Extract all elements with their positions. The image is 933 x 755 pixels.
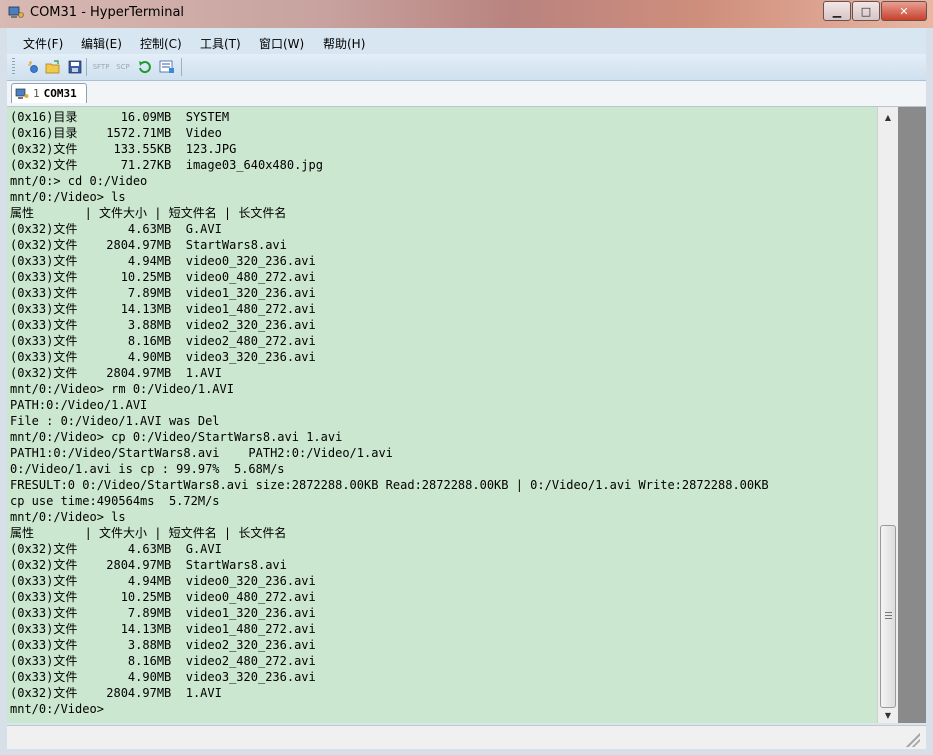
- terminal-line: FRESULT:0 0:/Video/StartWars8.avi size:2…: [10, 478, 769, 492]
- terminal-line: (0x33)文件 10.25MB video0_480_272.avi: [10, 270, 316, 284]
- toolbar-separator: [181, 58, 182, 76]
- terminal-line: mnt/0:/Video> ls: [10, 190, 126, 204]
- save-icon[interactable]: [67, 59, 83, 75]
- menu-file[interactable]: 文件(F): [23, 35, 63, 52]
- terminal-line: (0x33)文件 14.13MB video1_480_272.avi: [10, 302, 316, 316]
- terminal-line: (0x32)文件 2804.97MB StartWars8.avi: [10, 238, 287, 252]
- menu-bar: 文件(F) 编辑(E) 控制(C) 工具(T) 窗口(W) 帮助(H): [7, 28, 926, 54]
- terminal-output[interactable]: (0x16)目录 16.09MB SYSTEM (0x16)目录 1572.71M…: [7, 107, 877, 723]
- terminal-line: cp use time:490564ms 5.72M/s: [10, 494, 220, 508]
- terminal-line: (0x33)文件 4.90MB video3_320_236.avi: [10, 670, 316, 684]
- terminal-line: (0x33)文件 14.13MB video1_480_272.avi: [10, 622, 316, 636]
- close-icon: ✕: [899, 4, 909, 18]
- tab-com31[interactable]: 1 COM31: [11, 83, 87, 103]
- terminal-line: (0x33)文件 3.88MB video2_320_236.avi: [10, 318, 316, 332]
- terminal-line: (0x32)文件 4.63MB G.AVI: [10, 222, 222, 236]
- menu-tools[interactable]: 工具(T): [200, 35, 241, 52]
- terminal-line: (0x33)文件 4.90MB video3_320_236.avi: [10, 350, 316, 364]
- terminal-line: mnt/0:/Video> rm 0:/Video/1.AVI: [10, 382, 234, 396]
- side-panel: [898, 107, 926, 723]
- tab-label: COM31: [43, 87, 77, 100]
- scroll-grip-icon: [885, 612, 892, 619]
- hyperterminal-window: COM31 - HyperTerminal ▁ □ ✕ 文件(F) 编辑(E) …: [0, 0, 933, 755]
- sftp-label: SFTP: [92, 63, 110, 71]
- title-bar[interactable]: COM31 - HyperTerminal ▁ □ ✕: [0, 0, 933, 28]
- terminal-line: (0x33)文件 4.94MB video0_320_236.avi: [10, 574, 316, 588]
- terminal-session-icon: [15, 88, 29, 99]
- menu-control[interactable]: 控制(C): [140, 35, 182, 52]
- terminal-line: 属性 | 文件大小 | 短文件名 | 长文件名: [10, 206, 287, 220]
- status-bar: [7, 725, 926, 749]
- toolbar-separator: [86, 58, 87, 76]
- terminal-line: mnt/0:/Video> ls: [10, 510, 126, 524]
- minimize-button[interactable]: ▁: [823, 1, 851, 21]
- terminal-line: (0x32)文件 2804.97MB StartWars8.avi: [10, 558, 287, 572]
- properties-icon[interactable]: [159, 59, 175, 75]
- session-tab-bar: 1 COM31: [7, 81, 926, 107]
- terminal-line: (0x32)文件 2804.97MB 1.AVI: [10, 686, 222, 700]
- caption-buttons: ▁ □ ✕: [822, 1, 927, 21]
- terminal-line: (0x16)目录 16.09MB SYSTEM: [10, 110, 230, 124]
- terminal-line: (0x33)文件 3.88MB video2_320_236.avi: [10, 638, 316, 652]
- scrollbar-thumb[interactable]: [880, 525, 896, 708]
- terminal-line: File : 0:/Video/1.AVI was Del: [10, 414, 220, 428]
- vertical-scrollbar[interactable]: ▲ ▼: [877, 107, 898, 723]
- new-connection-icon[interactable]: [25, 59, 41, 75]
- sftp-icon[interactable]: SFTP: [91, 59, 111, 75]
- terminal-line: (0x32)文件 2804.97MB 1.AVI: [10, 366, 222, 380]
- menu-edit[interactable]: 编辑(E): [81, 35, 122, 52]
- tab-number: 1: [33, 87, 40, 100]
- menu-help[interactable]: 帮助(H): [323, 35, 365, 52]
- terminal-line: PATH:0:/Video/1.AVI: [10, 398, 148, 412]
- toolbar-grip[interactable]: [12, 58, 15, 76]
- terminal-line: (0x16)目录 1572.71MB Video: [10, 126, 222, 140]
- terminal-lines: (0x16)目录 16.09MB SYSTEM (0x16)目录 1572.71M…: [10, 109, 769, 717]
- terminal-line: mnt/0:> cd 0:/Video: [10, 174, 148, 188]
- terminal-line: (0x32)文件 133.55KB 123.JPG: [10, 142, 237, 156]
- reconnect-icon[interactable]: [137, 59, 153, 75]
- scp-label: SCP: [116, 63, 130, 71]
- window-title: COM31 - HyperTerminal: [30, 5, 185, 20]
- terminal-line: (0x32)文件 4.63MB G.AVI: [10, 542, 222, 556]
- open-folder-icon[interactable]: [45, 59, 61, 75]
- minimize-icon: ▁: [832, 4, 842, 18]
- maximize-button[interactable]: □: [852, 1, 880, 21]
- terminal-line: 0:/Video/1.avi is cp : 99.97% 5.68M/s: [10, 462, 285, 476]
- scroll-up-icon[interactable]: ▲: [878, 109, 898, 125]
- hyperterminal-app-icon[interactable]: [8, 6, 24, 20]
- terminal-line: (0x33)文件 8.16MB video2_480_272.avi: [10, 334, 316, 348]
- terminal-line: (0x33)文件 7.89MB video1_320_236.avi: [10, 286, 316, 300]
- menu-window[interactable]: 窗口(W): [259, 35, 304, 52]
- terminal-line: (0x33)文件 10.25MB video0_480_272.avi: [10, 590, 316, 604]
- terminal-line: (0x33)文件 8.16MB video2_480_272.avi: [10, 654, 316, 668]
- terminal-line: (0x32)文件 71.27KB image03_640x480.jpg: [10, 158, 323, 172]
- toolbar: SFTP SCP: [7, 54, 926, 81]
- terminal-line: (0x33)文件 4.94MB video0_320_236.avi: [10, 254, 316, 268]
- scp-icon[interactable]: SCP: [113, 59, 133, 75]
- terminal-line: mnt/0:/Video>: [10, 702, 104, 716]
- scroll-down-icon[interactable]: ▼: [878, 707, 898, 723]
- terminal-line: mnt/0:/Video> cp 0:/Video/StartWars8.avi…: [10, 430, 343, 444]
- close-button[interactable]: ✕: [881, 1, 927, 21]
- resize-grip-icon[interactable]: [906, 733, 920, 747]
- terminal-line: PATH1:0:/Video/StartWars8.avi PATH2:0:/V…: [10, 446, 393, 460]
- client-area: 文件(F) 编辑(E) 控制(C) 工具(T) 窗口(W) 帮助(H) SFTP: [7, 28, 926, 749]
- terminal-line: 属性 | 文件大小 | 短文件名 | 长文件名: [10, 526, 287, 540]
- maximize-icon: □: [860, 4, 872, 18]
- terminal-line: (0x33)文件 7.89MB video1_320_236.avi: [10, 606, 316, 620]
